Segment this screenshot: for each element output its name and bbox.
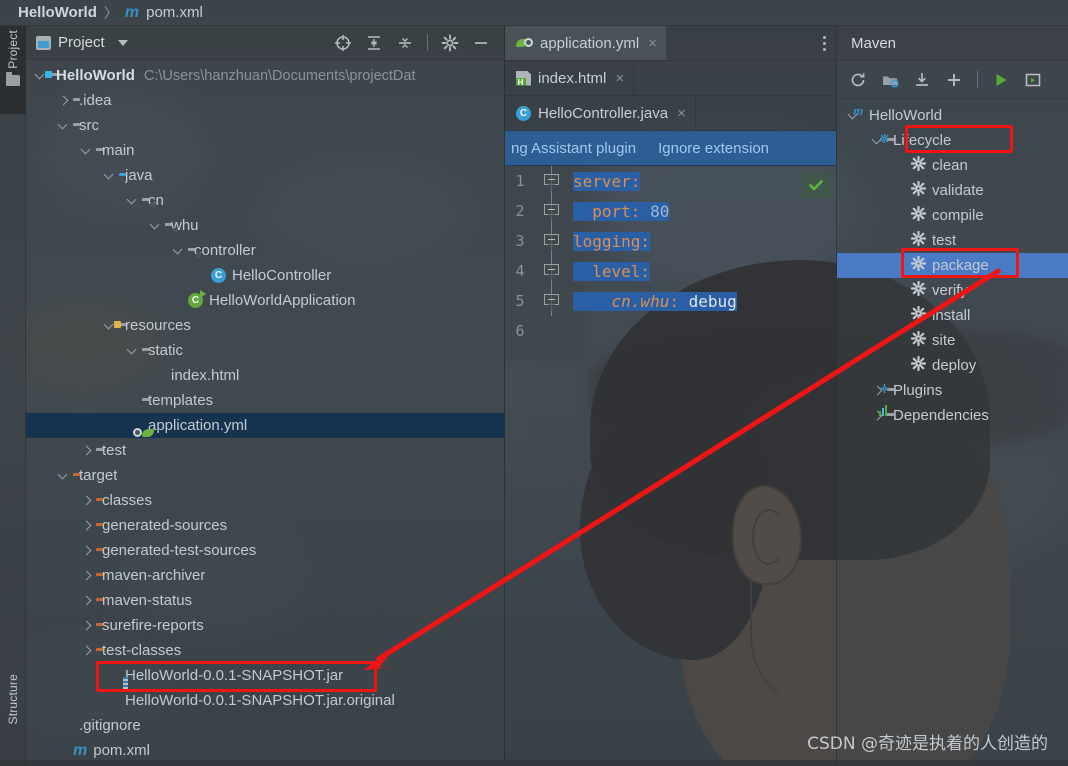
package-to-jar-arrow — [363, 267, 1002, 670]
csdn-watermark: CSDN @奇迹是执着的人创造的 — [807, 734, 1048, 754]
ide-window: HelloWorld 〉 m pom.xml Project Structure… — [0, 0, 1068, 766]
